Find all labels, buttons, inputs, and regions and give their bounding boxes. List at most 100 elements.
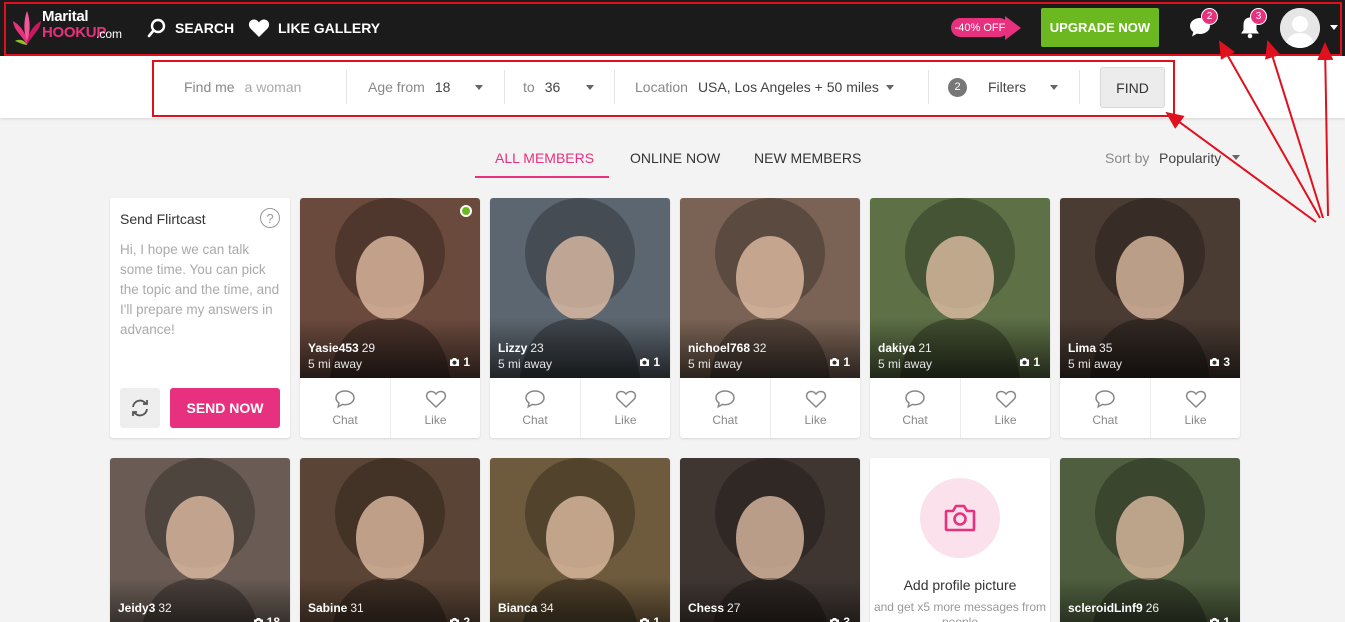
- member-actions: Chat Like: [870, 378, 1050, 438]
- active-tab-underline: [475, 176, 609, 178]
- camera-small-icon: [830, 618, 840, 622]
- refresh-button[interactable]: [120, 388, 160, 428]
- camera-small-icon: [1210, 618, 1220, 622]
- like-button[interactable]: Like: [960, 378, 1050, 438]
- member-name[interactable]: Chess 27: [688, 601, 740, 615]
- member-card[interactable]: Sabine 31 2: [300, 458, 480, 622]
- member-card[interactable]: Chess 27 3: [680, 458, 860, 622]
- chat-button[interactable]: Chat: [300, 378, 390, 438]
- help-icon[interactable]: ?: [260, 208, 280, 228]
- like-label: Like: [1184, 413, 1207, 427]
- member-photo[interactable]: Bianca 34 1: [490, 458, 670, 622]
- photo-count: 3: [1209, 355, 1230, 369]
- member-actions: Chat Like: [1060, 378, 1240, 438]
- annotation-search-box: [152, 60, 1175, 117]
- member-age: 23: [530, 341, 544, 355]
- member-card[interactable]: nichoel768 32 5 mi away 1 Chat Like: [680, 198, 860, 438]
- like-button[interactable]: Like: [390, 378, 480, 438]
- add-picture-subtitle: and get x5 more messages from people: [873, 600, 1047, 622]
- member-name[interactable]: Bianca 34: [498, 601, 554, 615]
- photo-count: 1: [1019, 355, 1040, 369]
- heart-outline-icon: [425, 390, 446, 409]
- member-card[interactable]: Lima 35 5 mi away 3 Chat Like: [1060, 198, 1240, 438]
- chat-icon: [335, 390, 355, 409]
- member-name[interactable]: dakiya 21: [878, 341, 932, 355]
- member-photo[interactable]: Chess 27 3: [680, 458, 860, 622]
- member-username: scleroidLinf9: [1068, 601, 1143, 615]
- add-picture-title: Add profile picture: [903, 577, 1017, 593]
- like-button[interactable]: Like: [1150, 378, 1240, 438]
- member-card[interactable]: Lizzy 23 5 mi away 1 Chat Like: [490, 198, 670, 438]
- tab-new-members[interactable]: NEW MEMBERS: [754, 150, 861, 166]
- like-button[interactable]: Like: [770, 378, 860, 438]
- member-card[interactable]: dakiya 21 5 mi away 1 Chat Like: [870, 198, 1050, 438]
- member-age: 34: [540, 601, 554, 615]
- photo-count: 1: [449, 355, 470, 369]
- member-name[interactable]: scleroidLinf9 26: [1068, 601, 1159, 615]
- member-name[interactable]: Yasie453 29: [308, 341, 375, 355]
- send-now-button[interactable]: SEND NOW: [170, 388, 280, 428]
- member-photo[interactable]: dakiya 21 5 mi away 1: [870, 198, 1050, 378]
- photo-count-value: 1: [463, 355, 470, 369]
- member-photo[interactable]: Lima 35 5 mi away 3: [1060, 198, 1240, 378]
- member-card[interactable]: Yasie453 29 5 mi away 1 Chat Like: [300, 198, 480, 438]
- member-age: 27: [727, 601, 741, 615]
- member-distance: 5 mi away: [1068, 357, 1123, 371]
- chat-button[interactable]: Chat: [490, 378, 580, 438]
- photo-count: 2: [449, 615, 470, 622]
- photo-count-value: 1: [653, 615, 660, 622]
- heart-outline-icon: [995, 390, 1016, 409]
- photo-count: 1: [1209, 615, 1230, 622]
- member-card[interactable]: scleroidLinf9 26 1: [1060, 458, 1240, 622]
- member-card[interactable]: Jeidy3 32 18: [110, 458, 290, 622]
- heart-outline-icon: [1185, 390, 1206, 409]
- photo-count-value: 3: [843, 615, 850, 622]
- chat-icon: [905, 390, 925, 409]
- tab-all-members[interactable]: ALL MEMBERS: [495, 150, 594, 166]
- chat-button[interactable]: Chat: [1060, 378, 1150, 438]
- member-username: dakiya: [878, 341, 916, 355]
- member-card[interactable]: Bianca 34 1: [490, 458, 670, 622]
- member-username: Lizzy: [498, 341, 528, 355]
- camera-small-icon: [640, 618, 650, 622]
- chat-button[interactable]: Chat: [680, 378, 770, 438]
- member-photo[interactable]: Jeidy3 32 18: [110, 458, 290, 622]
- like-label: Like: [614, 413, 637, 427]
- chat-label: Chat: [712, 413, 738, 427]
- member-age: 32: [753, 341, 767, 355]
- sort-by-select[interactable]: Popularity: [1159, 150, 1221, 166]
- member-photo[interactable]: Yasie453 29 5 mi away 1: [300, 198, 480, 378]
- member-age: 26: [1145, 601, 1160, 615]
- chat-button[interactable]: Chat: [870, 378, 960, 438]
- member-name[interactable]: Lima 35: [1068, 341, 1112, 355]
- chat-icon: [715, 390, 735, 409]
- photo-count: 18: [253, 615, 280, 622]
- sort-caret-icon[interactable]: [1232, 155, 1240, 160]
- heart-outline-icon: [615, 390, 636, 409]
- member-username: Chess: [688, 601, 725, 615]
- tab-online-now[interactable]: ONLINE NOW: [630, 150, 720, 166]
- camera-small-icon: [450, 618, 460, 622]
- member-name[interactable]: Lizzy 23: [498, 341, 544, 355]
- member-username: nichoel768: [688, 341, 751, 355]
- camera-small-icon: [1210, 358, 1220, 366]
- annotation-header-box: [4, 2, 1342, 56]
- member-photo[interactable]: scleroidLinf9 26 1: [1060, 458, 1240, 622]
- member-photo[interactable]: nichoel768 32 5 mi away 1: [680, 198, 860, 378]
- member-photo[interactable]: Sabine 31 2: [300, 458, 480, 622]
- member-distance: 5 mi away: [498, 357, 553, 371]
- member-name[interactable]: Jeidy3 32: [118, 601, 172, 615]
- flirtcast-card: Send Flirtcast ? Hi, I hope we can talk …: [110, 198, 290, 438]
- member-distance: 5 mi away: [878, 357, 933, 371]
- photo-count-value: 1: [843, 355, 850, 369]
- member-username: Bianca: [498, 601, 538, 615]
- member-username: Jeidy3: [118, 601, 156, 615]
- member-name[interactable]: Sabine 31: [308, 601, 364, 615]
- chat-label: Chat: [1092, 413, 1118, 427]
- member-photo[interactable]: Lizzy 23 5 mi away 1: [490, 198, 670, 378]
- add-profile-picture-card[interactable]: Add profile picture and get x5 more mess…: [870, 458, 1050, 622]
- member-name[interactable]: nichoel768 32: [688, 341, 766, 355]
- camera-small-icon: [253, 618, 263, 622]
- like-button[interactable]: Like: [580, 378, 670, 438]
- camera-circle: [920, 478, 1000, 558]
